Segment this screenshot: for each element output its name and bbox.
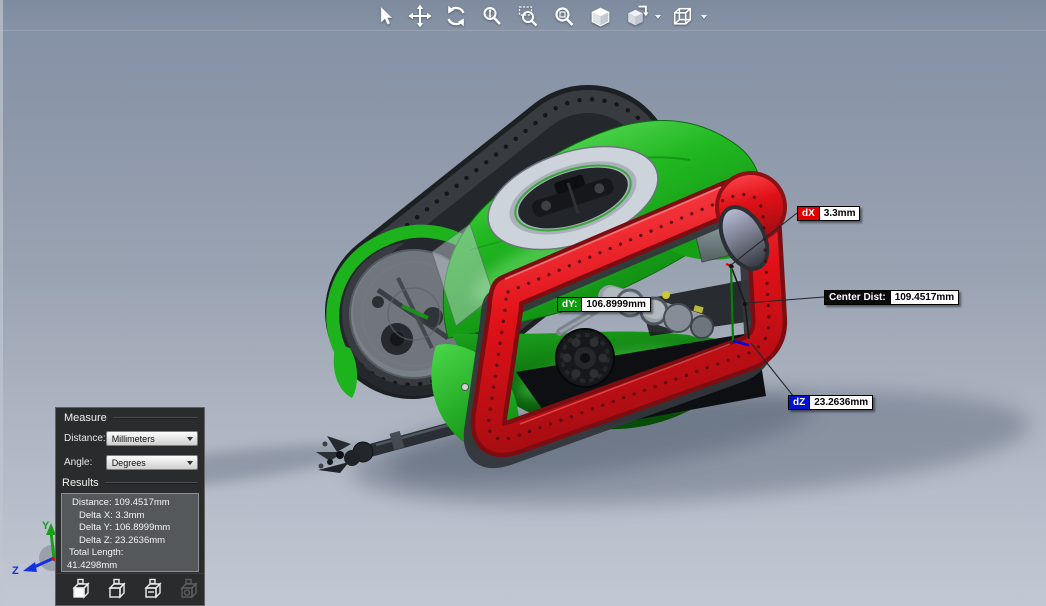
angle-units-label: Angle:: [64, 457, 106, 468]
measure-mode-button-1[interactable]: [70, 578, 92, 602]
zoom-to-area-tool[interactable]: [515, 3, 541, 29]
section-view-dropdown-caret[interactable]: [655, 15, 661, 19]
pan-tool[interactable]: [407, 3, 433, 29]
zoom-in-out-tool[interactable]: [479, 3, 505, 29]
callout-center-label: Center Dist:: [825, 291, 891, 304]
display-style-tool[interactable]: [587, 3, 613, 29]
view-toolbar: [366, 2, 710, 30]
measure-mode-button-3[interactable]: [142, 578, 164, 602]
rotate-view-tool[interactable]: [443, 3, 469, 29]
view-orientation-dropdown-caret[interactable]: [701, 15, 707, 19]
callout-center-dist[interactable]: Center Dist: 109.4517mm: [824, 290, 959, 305]
callout-dz[interactable]: dZ 23.2636mm: [788, 395, 873, 410]
cad-viewport[interactable]: dX 3.3mm Center Dist: 109.4517mm dY: 106…: [0, 0, 1046, 606]
results-label: Results: [62, 477, 99, 489]
section-view-tool[interactable]: [623, 3, 649, 29]
delta-y-line: [731, 266, 733, 341]
distance-units-label: Distance:: [64, 433, 106, 444]
angle-units-value: Degrees: [107, 458, 187, 468]
result-total-length-value: 41.4298mm: [64, 560, 196, 573]
callout-dz-label: dZ: [789, 396, 810, 409]
distance-units-value: Millimeters: [107, 434, 187, 444]
zoom-to-fit-tool[interactable]: [551, 3, 577, 29]
chevron-down-icon: [187, 461, 193, 465]
y-axis-label: Y: [42, 520, 50, 532]
distance-units-dropdown[interactable]: Millimeters: [106, 431, 198, 446]
callout-dy-value: 106.8999mm: [582, 298, 650, 311]
measure-panel-buttons: [56, 573, 204, 605]
callout-dx[interactable]: dX 3.3mm: [797, 206, 860, 221]
callout-dy[interactable]: dY: 106.8999mm: [557, 297, 651, 312]
angle-units-dropdown[interactable]: Degrees: [106, 455, 198, 470]
result-delta-x: Delta X: 3.3mm: [64, 510, 196, 523]
measure-panel-title: Measure: [64, 412, 107, 424]
view-orientation-tool[interactable]: [669, 3, 695, 29]
callout-dx-value: 3.3mm: [820, 207, 860, 220]
callout-center-value: 109.4517mm: [891, 291, 959, 304]
chevron-down-icon: [187, 437, 193, 441]
results-divider: [105, 482, 198, 484]
viewport-left-edge: [0, 0, 3, 606]
z-axis-label: Z: [12, 565, 19, 577]
title-divider: [113, 417, 198, 419]
result-delta-y: Delta Y: 106.8999mm: [64, 522, 196, 535]
measure-mode-button-2[interactable]: [106, 578, 128, 602]
measure-results: Distance: 109.4517mm Delta X: 3.3mm Delt…: [61, 493, 199, 572]
callout-dy-label: dY:: [558, 298, 582, 311]
z-axis-arrow: [23, 562, 37, 572]
result-delta-z: Delta Z: 23.2636mm: [64, 535, 196, 548]
result-total-length-label: Total Length:: [64, 547, 196, 560]
measure-panel: Measure Distance: Millimeters Angle: Deg…: [55, 407, 205, 606]
result-distance: Distance: 109.4517mm: [64, 497, 196, 510]
measure-mode-button-4: [178, 578, 200, 602]
callout-dz-value: 23.2636mm: [810, 396, 872, 409]
select-tool[interactable]: [371, 3, 397, 29]
sprocket-wheel: [556, 329, 614, 387]
callout-dx-label: dX: [798, 207, 820, 220]
